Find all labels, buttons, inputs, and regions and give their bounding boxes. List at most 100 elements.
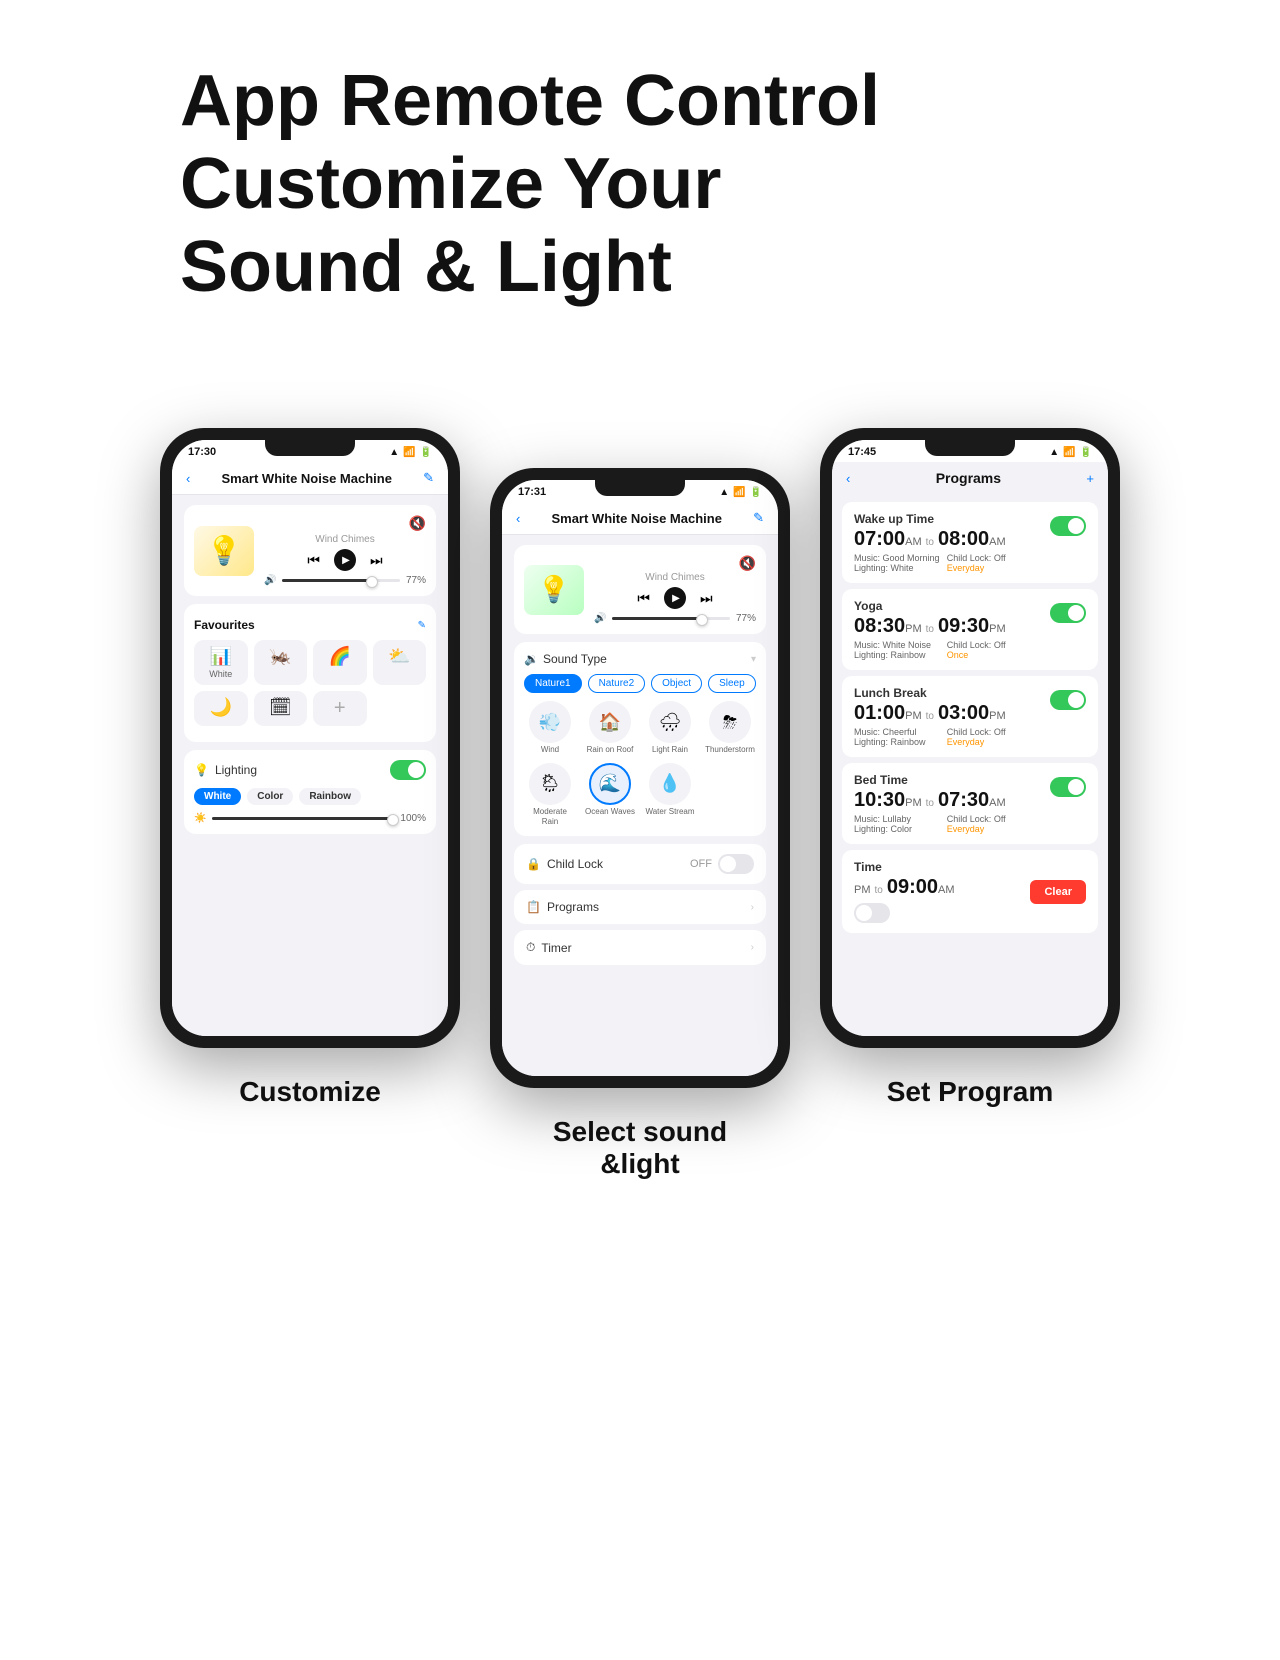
program-yoga-end-ampm: PM bbox=[989, 623, 1006, 635]
prev-icon[interactable]: ⏮ bbox=[307, 552, 320, 569]
volume-slider[interactable] bbox=[282, 579, 400, 582]
phone1-color-options: White Color Rainbow bbox=[194, 788, 426, 805]
program-bedtime-left-details: Music: Lullaby Lighting: Color bbox=[854, 814, 912, 834]
fav-item-3[interactable]: ⛅ bbox=[373, 640, 427, 685]
battery-icon: 🔋 bbox=[420, 447, 432, 458]
headline-line3: Sound & Light bbox=[180, 227, 672, 307]
thunderstorm-label: Thunderstorm bbox=[705, 745, 755, 755]
sound-thunderstorm[interactable]: ⛈ Thunderstorm bbox=[704, 701, 756, 755]
sound-moderate-rain[interactable]: 🌦 Moderate Rain bbox=[524, 763, 576, 826]
tab-nature2[interactable]: Nature2 bbox=[588, 674, 646, 693]
program-bedtime-toggle[interactable] bbox=[1050, 777, 1086, 797]
phone2-programs[interactable]: 📋 Programs › bbox=[514, 890, 766, 924]
program-wakeup-toggle[interactable] bbox=[1050, 516, 1086, 536]
phone1-caption: Customize bbox=[239, 1076, 381, 1108]
phone1-inner: 17:30 ▲ 📶 🔋 ‹ Smart White Noise Machine … bbox=[172, 440, 448, 1036]
phone2-edit-btn[interactable]: ✎ bbox=[753, 510, 764, 526]
tab-nature1[interactable]: Nature1 bbox=[524, 674, 582, 693]
phone2-sound-type-label: 🔉 Sound Type bbox=[524, 652, 607, 666]
phone2-sound-name: Wind Chimes bbox=[594, 572, 756, 583]
program-yoga-details: Music: White Noise Lighting: Rainbow Chi… bbox=[854, 640, 1006, 660]
phone3-back-btn[interactable]: ‹ bbox=[846, 471, 850, 486]
program-lunch-info: Lunch Break 01:00 PM to 03:00 PM bbox=[854, 686, 1006, 747]
program-time-info: Time PM to 09:00 AM bbox=[854, 860, 955, 923]
brightness-slider[interactable] bbox=[212, 817, 394, 820]
program-time-toggle[interactable] bbox=[854, 903, 890, 923]
phone3-add-btn[interactable]: + bbox=[1086, 471, 1094, 486]
phone2-mute-icon[interactable]: 🔇 bbox=[739, 555, 756, 572]
program-lunch-toggle[interactable] bbox=[1050, 690, 1086, 710]
program-yoga-freq: Once bbox=[947, 650, 1006, 660]
volume-fill bbox=[282, 579, 372, 582]
phone1-back-btn[interactable]: ‹ bbox=[186, 471, 190, 486]
fav-add-btn[interactable]: + bbox=[313, 691, 367, 726]
phone1-edit-btn[interactable]: ✎ bbox=[423, 470, 434, 486]
program-bedtime-title: Bed Time bbox=[854, 773, 1006, 787]
phone1-mute-icon[interactable]: 🔇 bbox=[409, 515, 426, 532]
battery-icon2: 🔋 bbox=[750, 487, 762, 498]
next-icon[interactable]: ⏭ bbox=[370, 552, 383, 569]
phone2-caption: Select sound &light bbox=[553, 1116, 727, 1180]
color-btn-color[interactable]: Color bbox=[247, 788, 293, 805]
phone2-child-lock: 🔒 Child Lock OFF bbox=[514, 844, 766, 884]
fav-item-4[interactable]: 🌙 bbox=[194, 691, 248, 726]
wifi-icon2: ▲ bbox=[719, 487, 729, 498]
program-wakeup-start-ampm: AM bbox=[905, 536, 922, 548]
sound-water-stream[interactable]: 💧 Water Stream bbox=[644, 763, 696, 826]
program-wakeup-end: 08:00 bbox=[938, 528, 989, 551]
clear-btn[interactable]: Clear bbox=[1030, 880, 1086, 904]
phone1-fav-edit[interactable]: ✎ bbox=[418, 620, 426, 631]
color-btn-white[interactable]: White bbox=[194, 788, 241, 805]
program-wakeup: Wake up Time 07:00 AM to 08:00 AM bbox=[842, 502, 1098, 583]
timer-icon: ⏱ bbox=[526, 940, 535, 955]
fav-icon-2: 🌈 bbox=[329, 646, 351, 667]
play-btn[interactable]: ▶ bbox=[334, 549, 356, 571]
sound-rain-roof[interactable]: 🏠 Rain on Roof bbox=[584, 701, 636, 755]
program-yoga-toggle[interactable] bbox=[1050, 603, 1086, 623]
phone2-volume-slider[interactable] bbox=[612, 617, 730, 620]
sound-wind[interactable]: 💨 Wind bbox=[524, 701, 576, 755]
phone2-vol-pct: 77% bbox=[736, 613, 756, 624]
phone1: 17:30 ▲ 📶 🔋 ‹ Smart White Noise Machine … bbox=[160, 428, 460, 1048]
program-bedtime-childlock: Child Lock: Off bbox=[947, 814, 1006, 824]
program-lunch-left-details: Music: Cheerful Lighting: Rainbow bbox=[854, 727, 926, 747]
program-to-1: to bbox=[926, 624, 934, 635]
program-bedtime-info: Bed Time 10:30 PM to 07:30 AM bbox=[854, 773, 1006, 834]
phone1-fav-title-row: Favourites ✎ bbox=[194, 614, 426, 636]
child-lock-toggle[interactable] bbox=[718, 854, 754, 874]
tab-sleep[interactable]: Sleep bbox=[708, 674, 756, 693]
phone1-sound-name: Wind Chimes bbox=[264, 534, 426, 545]
phone2-col: 17:31 ▲ 📶 🔋 ‹ Smart White Noise Machine … bbox=[490, 428, 790, 1180]
fav-icon-3: ⛅ bbox=[388, 646, 410, 667]
program-yoga-left-details: Music: White Noise Lighting: Rainbow bbox=[854, 640, 931, 660]
phone2-sound-chevron: ▾ bbox=[751, 654, 756, 665]
phone2-timer[interactable]: ⏱ Timer › bbox=[514, 930, 766, 965]
phone2-prev-icon[interactable]: ⏮ bbox=[637, 590, 650, 607]
timer-label: ⏱ Timer bbox=[526, 940, 572, 955]
phone1-device-controls: 🔇 Wind Chimes ⏮ ▶ ⏭ bbox=[264, 515, 426, 586]
program-yoga-start: 08:30 bbox=[854, 615, 905, 638]
phone2-back-btn[interactable]: ‹ bbox=[516, 511, 520, 526]
phone2-play-btn[interactable]: ▶ bbox=[664, 587, 686, 609]
fav-item-0[interactable]: 📊 White bbox=[194, 640, 248, 685]
program-lunch-end: 03:00 bbox=[938, 702, 989, 725]
phone2-next-icon[interactable]: ⏭ bbox=[700, 590, 713, 607]
bulb-icon: 💡 bbox=[194, 763, 209, 777]
sound-light-rain[interactable]: 🌧 Light Rain bbox=[644, 701, 696, 755]
tab-object[interactable]: Object bbox=[651, 674, 702, 693]
headline: App Remote Control Customize Your Sound … bbox=[180, 60, 1100, 368]
program-lunch: Lunch Break 01:00 PM to 03:00 PM bbox=[842, 676, 1098, 757]
sound-ocean-waves[interactable]: 🌊 Ocean Waves bbox=[584, 763, 636, 826]
phone2-caption-line1: Select sound bbox=[553, 1116, 727, 1147]
wind-icon-circle: 💨 bbox=[529, 701, 571, 743]
phone2-sound-tabs: Nature1 Nature2 Object Sleep bbox=[524, 674, 756, 693]
headline-line2: Customize Your bbox=[180, 144, 721, 224]
phone3-col: 17:45 ▲ 📶 🔋 ‹ Programs + bbox=[820, 428, 1120, 1108]
fav-item-1[interactable]: 🦗 bbox=[254, 640, 308, 685]
phone2-volume-row: 🔊 77% bbox=[594, 613, 756, 624]
color-btn-rainbow[interactable]: Rainbow bbox=[299, 788, 361, 805]
phone2-navbar: ‹ Smart White Noise Machine ✎ bbox=[502, 502, 778, 535]
fav-item-2[interactable]: 🌈 bbox=[313, 640, 367, 685]
phone1-lighting-toggle[interactable] bbox=[390, 760, 426, 780]
fav-item-5[interactable]: 🗓 bbox=[254, 691, 308, 726]
